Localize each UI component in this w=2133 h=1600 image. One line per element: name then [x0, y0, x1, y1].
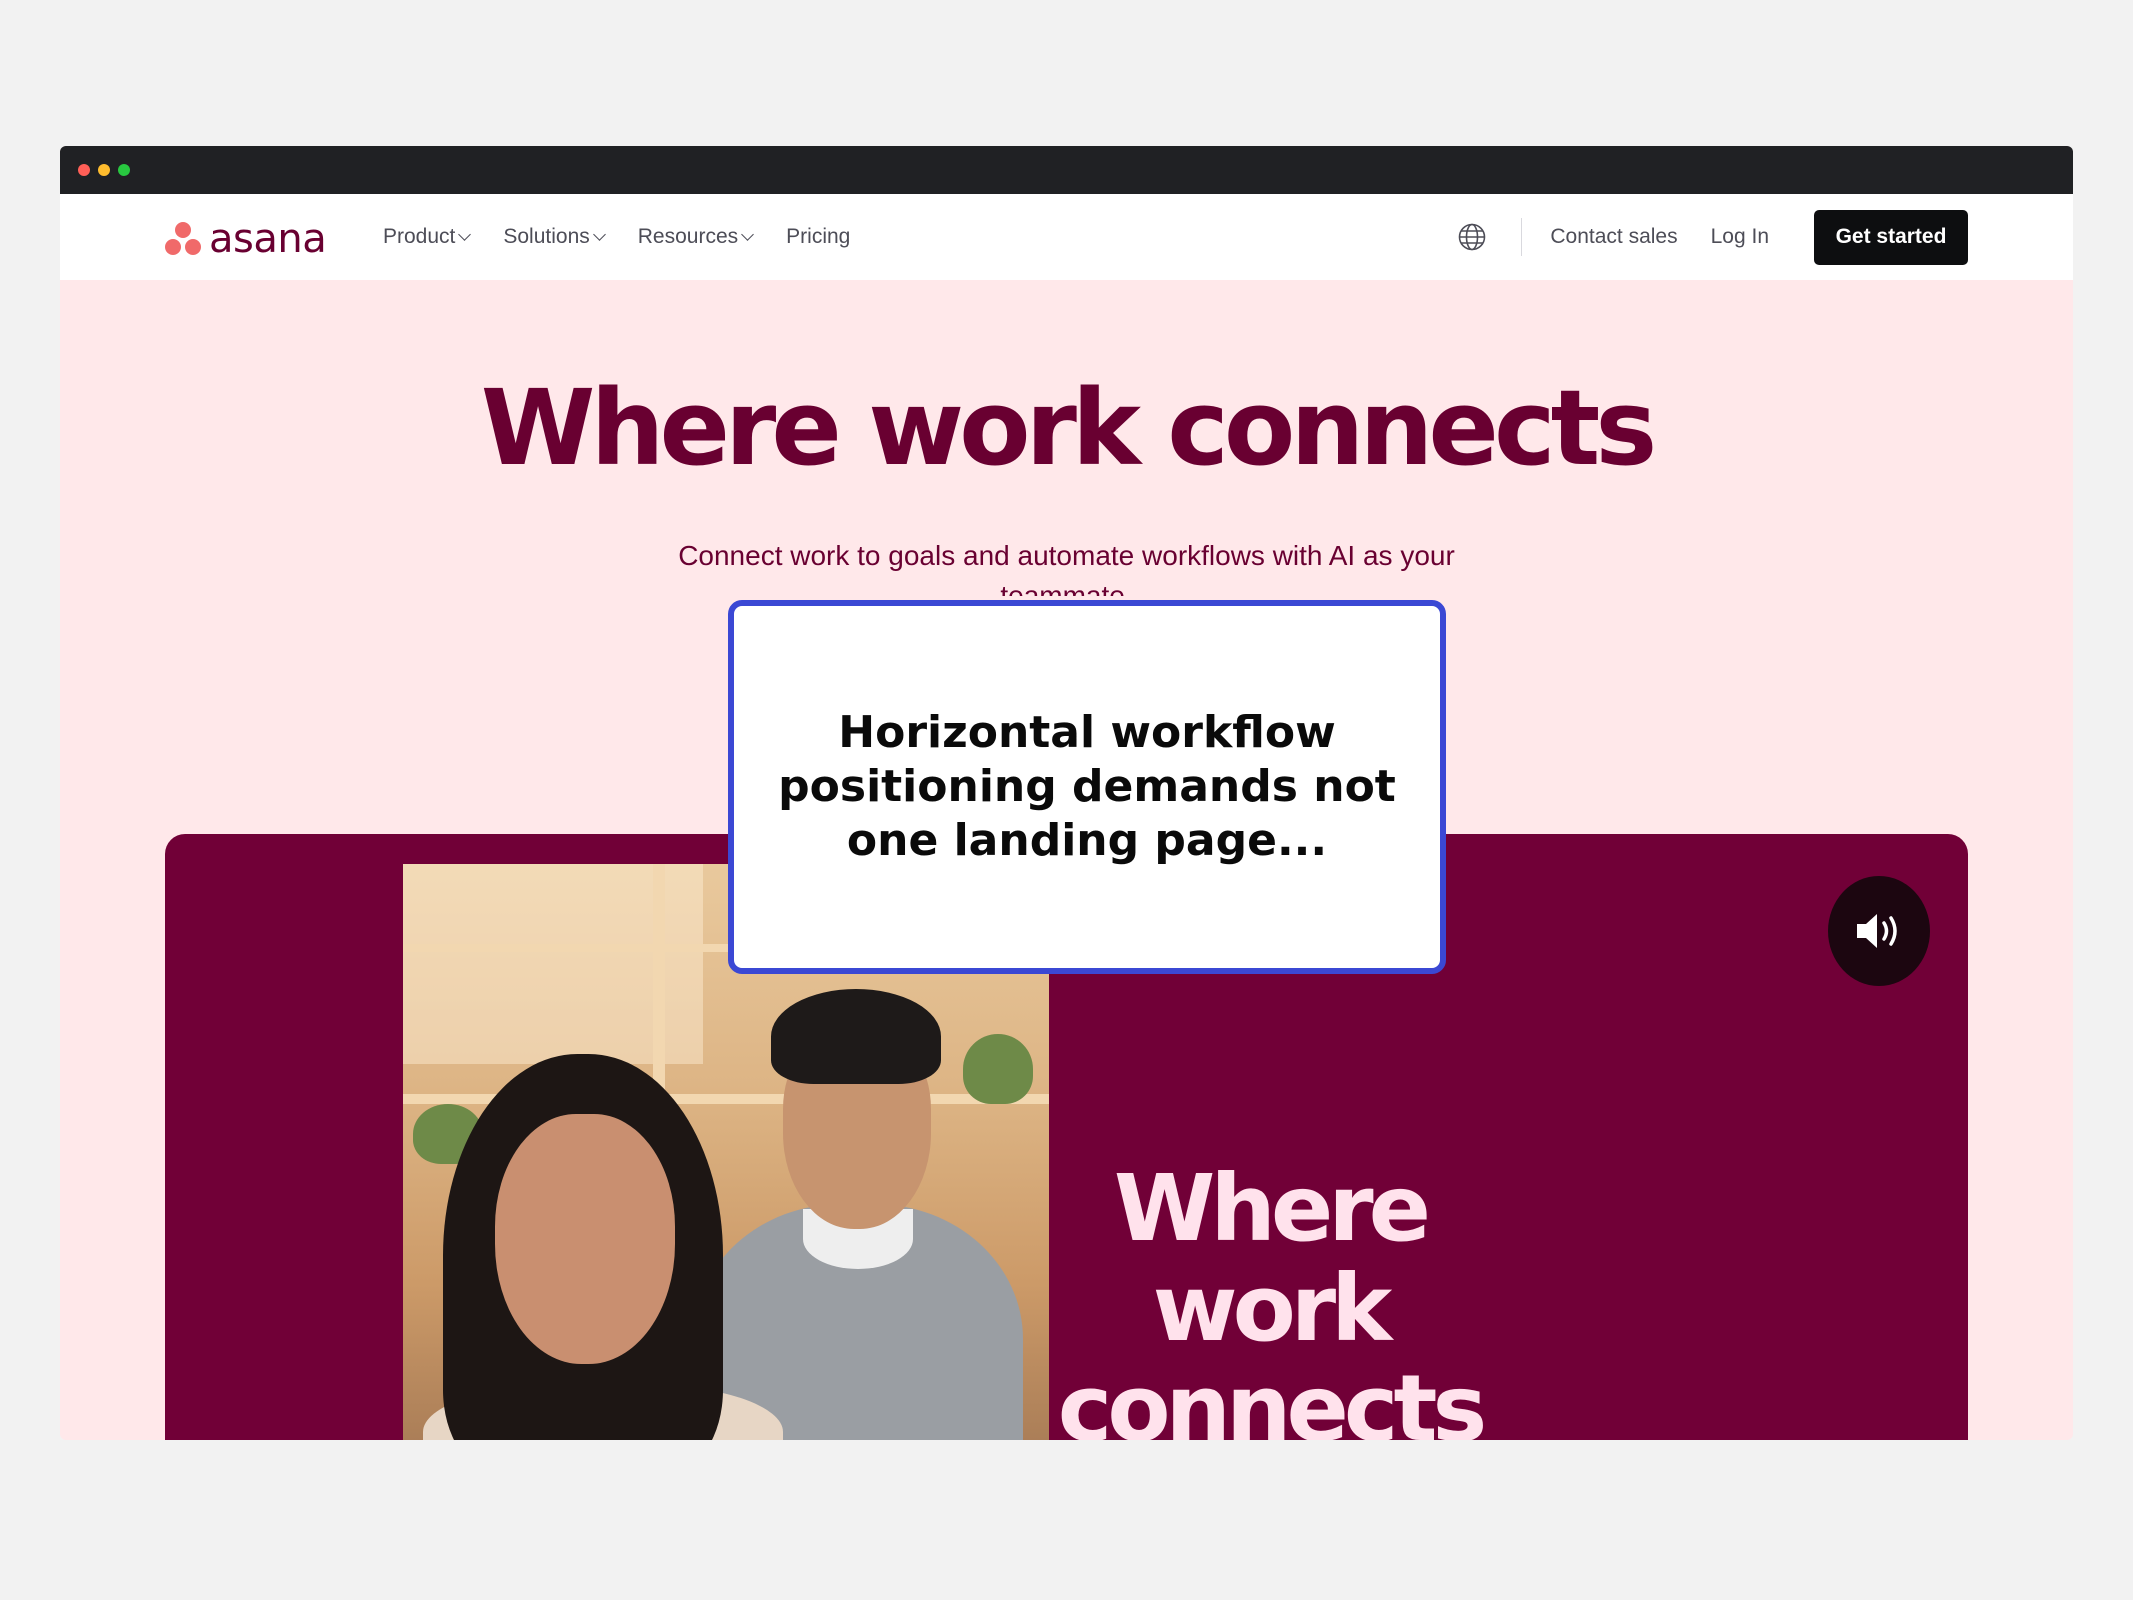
chevron-down-icon: [741, 228, 755, 241]
asana-logo[interactable]: asana: [165, 216, 327, 262]
video-title: Where work connects: [1057, 1155, 1487, 1441]
nav-item-product[interactable]: Product: [383, 225, 472, 249]
nav-item-resources[interactable]: Resources: [637, 225, 755, 249]
nav-actions: Contact sales Log In Get started: [1457, 194, 1968, 280]
nav-item-pricing[interactable]: Pricing: [786, 225, 850, 249]
globe-icon[interactable]: [1457, 222, 1487, 252]
caption-text: Horizontal workflow positioning demands …: [778, 707, 1396, 866]
nav-links: Product Solutions Resources Pricing: [383, 194, 850, 280]
nav-item-label: Solutions: [503, 225, 590, 248]
chevron-down-icon: [592, 228, 606, 241]
log-in-link[interactable]: Log In: [1711, 225, 1769, 249]
window-titlebar: [60, 146, 2073, 194]
nav-divider: [1521, 218, 1523, 256]
contact-sales-link[interactable]: Contact sales: [1550, 225, 1677, 249]
nav-item-label: Pricing: [786, 225, 851, 248]
nav-item-label: Resources: [637, 225, 739, 248]
nav-item-solutions[interactable]: Solutions: [503, 225, 606, 249]
sound-toggle-button[interactable]: [1828, 876, 1930, 986]
chevron-down-icon: [458, 228, 472, 241]
top-nav: asana Product Solutions Resources Pricin…: [60, 194, 2073, 280]
hero-subtitle: Connect work to goals and automate workf…: [678, 540, 1455, 596]
speaker-volume-icon: [1857, 914, 1897, 948]
close-dot[interactable]: [78, 164, 90, 176]
maximize-dot[interactable]: [118, 164, 130, 176]
logo-text: asana: [209, 216, 327, 262]
caption-overlay: Horizontal workflow positioning demands …: [728, 600, 1446, 974]
hero-title: Where work connects: [480, 367, 1657, 489]
nav-item-label: Product: [383, 225, 456, 248]
get-started-button[interactable]: Get started: [1814, 209, 1968, 265]
asana-logo-icon: [165, 222, 201, 256]
minimize-dot[interactable]: [98, 164, 110, 176]
